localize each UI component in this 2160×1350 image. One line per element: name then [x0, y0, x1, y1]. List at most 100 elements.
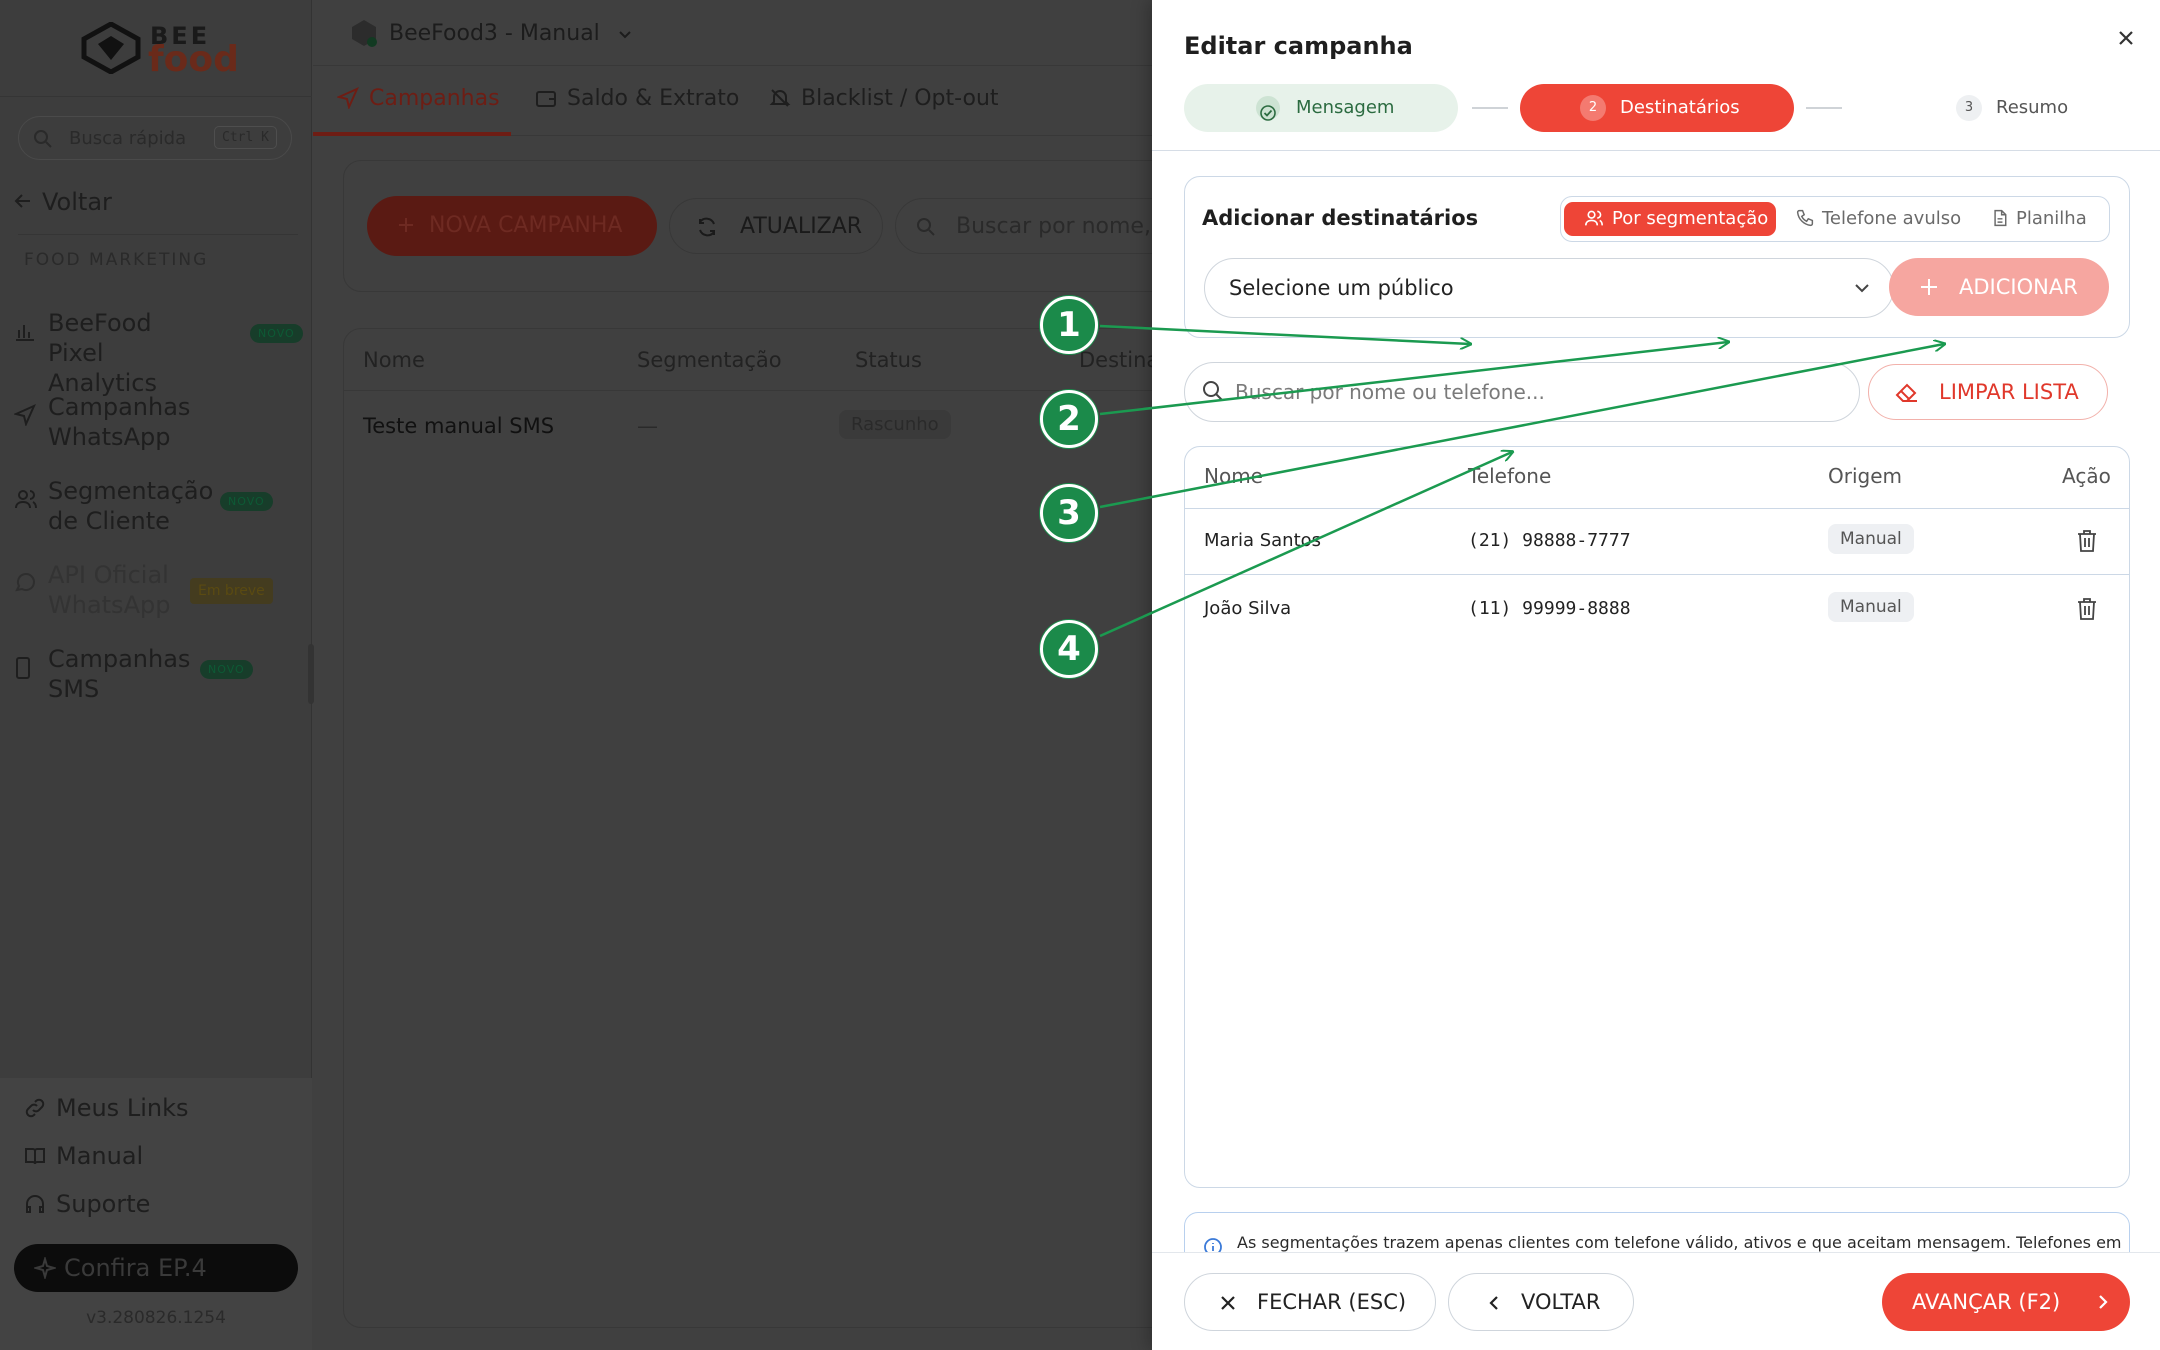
active-tab-underline — [313, 132, 511, 136]
phone-device-icon — [16, 657, 30, 679]
recipient-search-input[interactable]: Buscar por nome ou telefone... — [1184, 362, 1860, 422]
sidebar-divider — [18, 234, 298, 235]
plus-icon — [399, 218, 413, 232]
users-icon — [15, 490, 37, 509]
bar-chart-icon — [16, 325, 34, 341]
next-button[interactable]: AVANÇAR (F2) — [1882, 1273, 2130, 1331]
search-icon — [917, 218, 935, 236]
origin-badge: Manual — [1828, 592, 1914, 622]
campaign-segment: — — [637, 414, 658, 438]
close-icon[interactable] — [2112, 24, 2140, 52]
callout-4: 4 — [1040, 620, 1098, 678]
column-header: Nome — [363, 348, 425, 372]
add-recipients-title: Adicionar destinatários — [1202, 206, 1479, 230]
store-icon — [349, 18, 379, 48]
link-icon — [25, 1098, 45, 1118]
column-header: Segmentação — [637, 348, 782, 372]
step-connector — [1472, 107, 1508, 109]
mode-spreadsheet[interactable]: Planilha — [1992, 202, 2102, 236]
column-header: Status — [855, 348, 922, 372]
manual-link[interactable]: Manual — [24, 1142, 143, 1170]
bell-off-icon — [769, 89, 791, 107]
campaign-name[interactable]: Teste manual SMS — [363, 414, 554, 438]
drawer-title: Editar campanha — [1184, 32, 1413, 60]
row-divider — [1185, 574, 2129, 575]
recipient-phone: (11) 99999-8888 — [1468, 598, 1631, 619]
bee-logo-icon — [81, 22, 141, 74]
recipient-phone: (21) 98888-7777 — [1468, 530, 1631, 551]
column-header: Origem — [1828, 464, 1903, 488]
mode-single-phone[interactable]: Telefone avulso — [1796, 202, 1976, 236]
back-button[interactable]: VOLTAR — [1448, 1273, 1634, 1331]
mode-by-segmentation[interactable]: Por segmentação — [1564, 202, 1776, 236]
clear-list-button[interactable]: LIMPAR LISTA — [1868, 364, 2108, 420]
trash-icon[interactable] — [2076, 597, 2098, 621]
send-icon — [335, 87, 359, 111]
store-selector[interactable]: BeeFood3 - Manual — [349, 18, 633, 48]
section-title: FOOD MARKETING — [24, 250, 209, 270]
sidebar: BEE food Busca rápida Ctrl K Voltar FOOD… — [0, 0, 314, 1350]
shortcut-badge: Ctrl K — [214, 126, 277, 149]
phone-icon — [1796, 209, 1814, 227]
book-icon — [25, 1148, 45, 1165]
support-link[interactable]: Suporte — [24, 1190, 150, 1218]
search-icon — [1203, 381, 1223, 401]
version-label: v3.280826.1254 — [86, 1308, 226, 1328]
chevron-down-icon — [619, 31, 631, 39]
my-links-link[interactable]: Meus Links — [24, 1094, 188, 1122]
chevron-right-icon — [2099, 1295, 2108, 1309]
arrow-left-icon — [14, 194, 30, 208]
trash-icon[interactable] — [2076, 529, 2098, 553]
column-header: Telefone — [1468, 464, 1552, 488]
step-message[interactable]: Mensagem — [1184, 84, 1458, 132]
column-header: Nome — [1204, 464, 1263, 488]
callout-3: 3 — [1040, 484, 1098, 542]
confira-button[interactable]: Confira EP.4 — [14, 1244, 298, 1292]
callout-1: 1 — [1040, 296, 1098, 354]
novo-badge: NOVO — [200, 660, 253, 679]
headset-icon — [26, 1195, 44, 1213]
edit-campaign-drawer: Editar campanha Mensagem 2 Destinatários… — [1152, 0, 2160, 1350]
send-icon — [14, 404, 36, 426]
recipient-name: João Silva — [1204, 598, 1292, 619]
tab-blacklist[interactable]: Blacklist / Opt-out — [769, 86, 999, 111]
step-summary[interactable]: 3 Resumo — [1932, 84, 2132, 132]
step-recipients[interactable]: 2 Destinatários — [1520, 84, 1794, 132]
column-header: Ação — [2062, 464, 2111, 488]
header-divider — [1185, 508, 2129, 509]
eraser-icon — [1895, 383, 1917, 402]
file-icon — [1994, 209, 2007, 227]
search-icon — [34, 130, 52, 148]
sidebar-divider — [0, 96, 312, 97]
coming-soon-badge: Em breve — [190, 578, 273, 604]
check-circle-icon — [1256, 96, 1280, 121]
step-connector — [1806, 107, 1842, 109]
tab-campaigns[interactable]: Campanhas — [335, 86, 500, 111]
refresh-icon — [699, 217, 715, 237]
origin-badge: Manual — [1828, 524, 1914, 554]
wallet-icon — [536, 91, 556, 107]
chevron-down-icon — [1855, 284, 1869, 293]
tab-balance[interactable]: Saldo & Extrato — [535, 86, 739, 111]
chat-bubble-icon — [15, 573, 35, 592]
close-button[interactable]: FECHAR (ESC) — [1184, 1273, 1436, 1331]
beefood-logo: BEE food — [80, 22, 240, 78]
audience-select[interactable]: Selecione um público — [1204, 258, 1894, 318]
new-campaign-button[interactable]: NOVA CAMPANHA — [367, 196, 657, 256]
recipients-table — [1184, 446, 2130, 1188]
status-badge: Rascunho — [839, 410, 951, 439]
step-number: 2 — [1580, 95, 1606, 121]
header-divider — [1152, 150, 2160, 151]
quick-search-label: Busca rápida — [69, 128, 187, 149]
add-button[interactable]: ADICIONAR — [1889, 258, 2109, 316]
novo-badge: NOVO — [250, 324, 303, 343]
sparkle-icon — [32, 1255, 58, 1281]
refresh-button[interactable]: ATUALIZAR — [669, 198, 883, 254]
back-link[interactable]: Voltar — [14, 188, 112, 216]
callout-2: 2 — [1040, 390, 1098, 448]
plus-icon — [1921, 279, 1937, 295]
users-icon — [1585, 210, 1603, 226]
quick-search[interactable]: Busca rápida Ctrl K — [18, 116, 292, 160]
close-icon — [1221, 1296, 1235, 1310]
column-header: Destina — [1079, 348, 1160, 372]
